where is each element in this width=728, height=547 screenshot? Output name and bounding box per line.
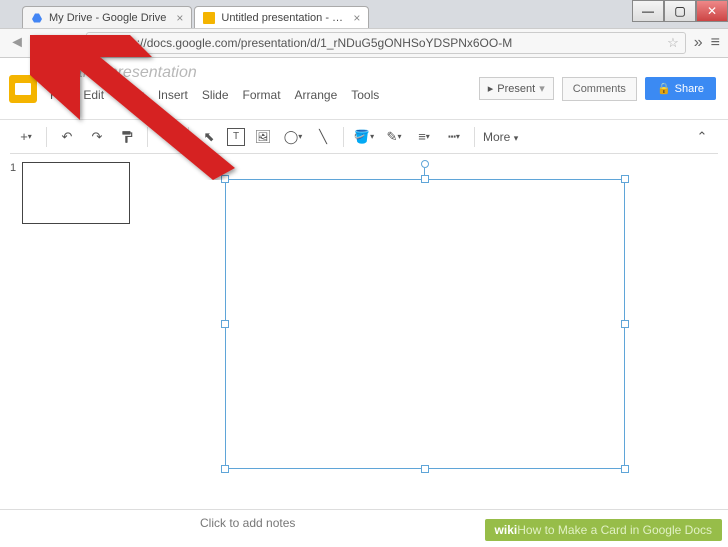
select-tool[interactable]: ⬉ [197, 125, 221, 149]
browser-address-bar: ◄ ► ⟳ 🔒 https://docs.google.com/presenta… [0, 28, 728, 58]
more-tools-button[interactable]: More ▾ [483, 130, 518, 144]
resize-handle-br[interactable] [621, 465, 629, 473]
resize-handle-tm[interactable] [421, 175, 429, 183]
menu-file[interactable]: File [50, 88, 69, 102]
menu-bar: File Edit View Insert Slide Format Arran… [46, 88, 479, 102]
slides-icon [203, 12, 215, 24]
slide-thumbnail-panel: 1 [0, 154, 185, 509]
tab-title: My Drive - Google Drive [49, 12, 166, 24]
resize-handle-bl[interactable] [221, 465, 229, 473]
back-button[interactable]: ◄ [8, 34, 26, 52]
menu-edit[interactable]: Edit [83, 88, 104, 102]
dropdown-icon: ▾ [539, 82, 545, 95]
line-color-button[interactable]: ✎▾ [382, 125, 406, 149]
toolbar: +▾ ↶ ↷ 🔍 ⬉ T 🖼 ◯▾ ╲ 🪣▾ ✎▾ ≡▾ ┅▾ More ▾ ⌃ [10, 120, 718, 154]
extensions-icon[interactable]: » [694, 34, 703, 52]
share-button[interactable]: 🔒 Share [645, 77, 716, 100]
fill-color-button[interactable]: 🪣▾ [352, 125, 376, 149]
undo-button[interactable]: ↶ [55, 125, 79, 149]
line-weight-button[interactable]: ≡▾ [412, 125, 436, 149]
main-workspace: 1 [0, 154, 728, 509]
bookmark-star-icon[interactable]: ☆ [667, 35, 679, 51]
comments-button[interactable]: Comments [562, 77, 637, 101]
reload-button[interactable]: ⟳ [60, 34, 78, 52]
slide-thumbnail-1[interactable] [22, 162, 130, 224]
shape-tool[interactable]: ◯▾ [281, 125, 305, 149]
resize-handle-tl[interactable] [221, 175, 229, 183]
close-window-button[interactable]: ✕ [696, 0, 728, 22]
menu-slide[interactable]: Slide [202, 88, 229, 102]
url-text: https://docs.google.com/presentation/d/1… [111, 36, 513, 50]
line-tool[interactable]: ╲ [311, 125, 335, 149]
document-title[interactable]: Untitled presentation [46, 64, 479, 82]
drive-icon [31, 12, 43, 24]
slides-logo-icon [9, 75, 37, 103]
menu-insert[interactable]: Insert [158, 88, 188, 102]
app-header: Untitled presentation File Edit View Ins… [0, 58, 728, 120]
window-controls: — ▢ ✕ [632, 0, 728, 22]
image-tool[interactable]: 🖼 [251, 125, 275, 149]
resize-handle-ml[interactable] [221, 320, 229, 328]
paint-format-button[interactable] [115, 125, 139, 149]
browser-tab-bar: My Drive - Google Drive × Untitled prese… [0, 0, 728, 28]
slide-canvas[interactable] [185, 154, 728, 509]
line-dash-button[interactable]: ┅▾ [442, 125, 466, 149]
rotate-handle[interactable] [421, 160, 429, 168]
resize-handle-mr[interactable] [621, 320, 629, 328]
close-tab-icon[interactable]: × [353, 11, 360, 25]
app-logo[interactable] [0, 58, 46, 119]
resize-handle-tr[interactable] [621, 175, 629, 183]
text-box-tool[interactable]: T [227, 128, 245, 146]
url-field[interactable]: 🔒 https://docs.google.com/presentation/d… [86, 32, 686, 54]
selected-text-box[interactable] [225, 179, 625, 469]
browser-menu-icon[interactable]: ≡ [711, 34, 720, 52]
forward-button[interactable]: ► [34, 34, 52, 52]
slide-number: 1 [10, 162, 16, 501]
minimize-button[interactable]: — [632, 0, 664, 22]
lock-icon: 🔒 [657, 82, 671, 95]
menu-format[interactable]: Format [243, 88, 281, 102]
present-button[interactable]: ▸ Present ▾ [479, 77, 554, 100]
close-tab-icon[interactable]: × [176, 11, 183, 25]
menu-view[interactable]: View [118, 88, 144, 102]
browser-tab-drive[interactable]: My Drive - Google Drive × [22, 6, 192, 28]
play-icon: ▸ [488, 82, 494, 95]
redo-button[interactable]: ↷ [85, 125, 109, 149]
browser-tab-slides[interactable]: Untitled presentation - Go × [194, 6, 369, 28]
zoom-button[interactable]: 🔍 [156, 125, 180, 149]
tab-title: Untitled presentation - Go [221, 12, 343, 24]
lock-icon: 🔒 [93, 37, 107, 50]
menu-tools[interactable]: Tools [351, 88, 379, 102]
maximize-button[interactable]: ▢ [664, 0, 696, 22]
wikihow-watermark: wikiHow to Make a Card in Google Docs [485, 519, 722, 541]
menu-arrange[interactable]: Arrange [295, 88, 338, 102]
new-slide-button[interactable]: +▾ [14, 125, 38, 149]
resize-handle-bm[interactable] [421, 465, 429, 473]
collapse-toolbar-button[interactable]: ⌃ [690, 125, 714, 149]
